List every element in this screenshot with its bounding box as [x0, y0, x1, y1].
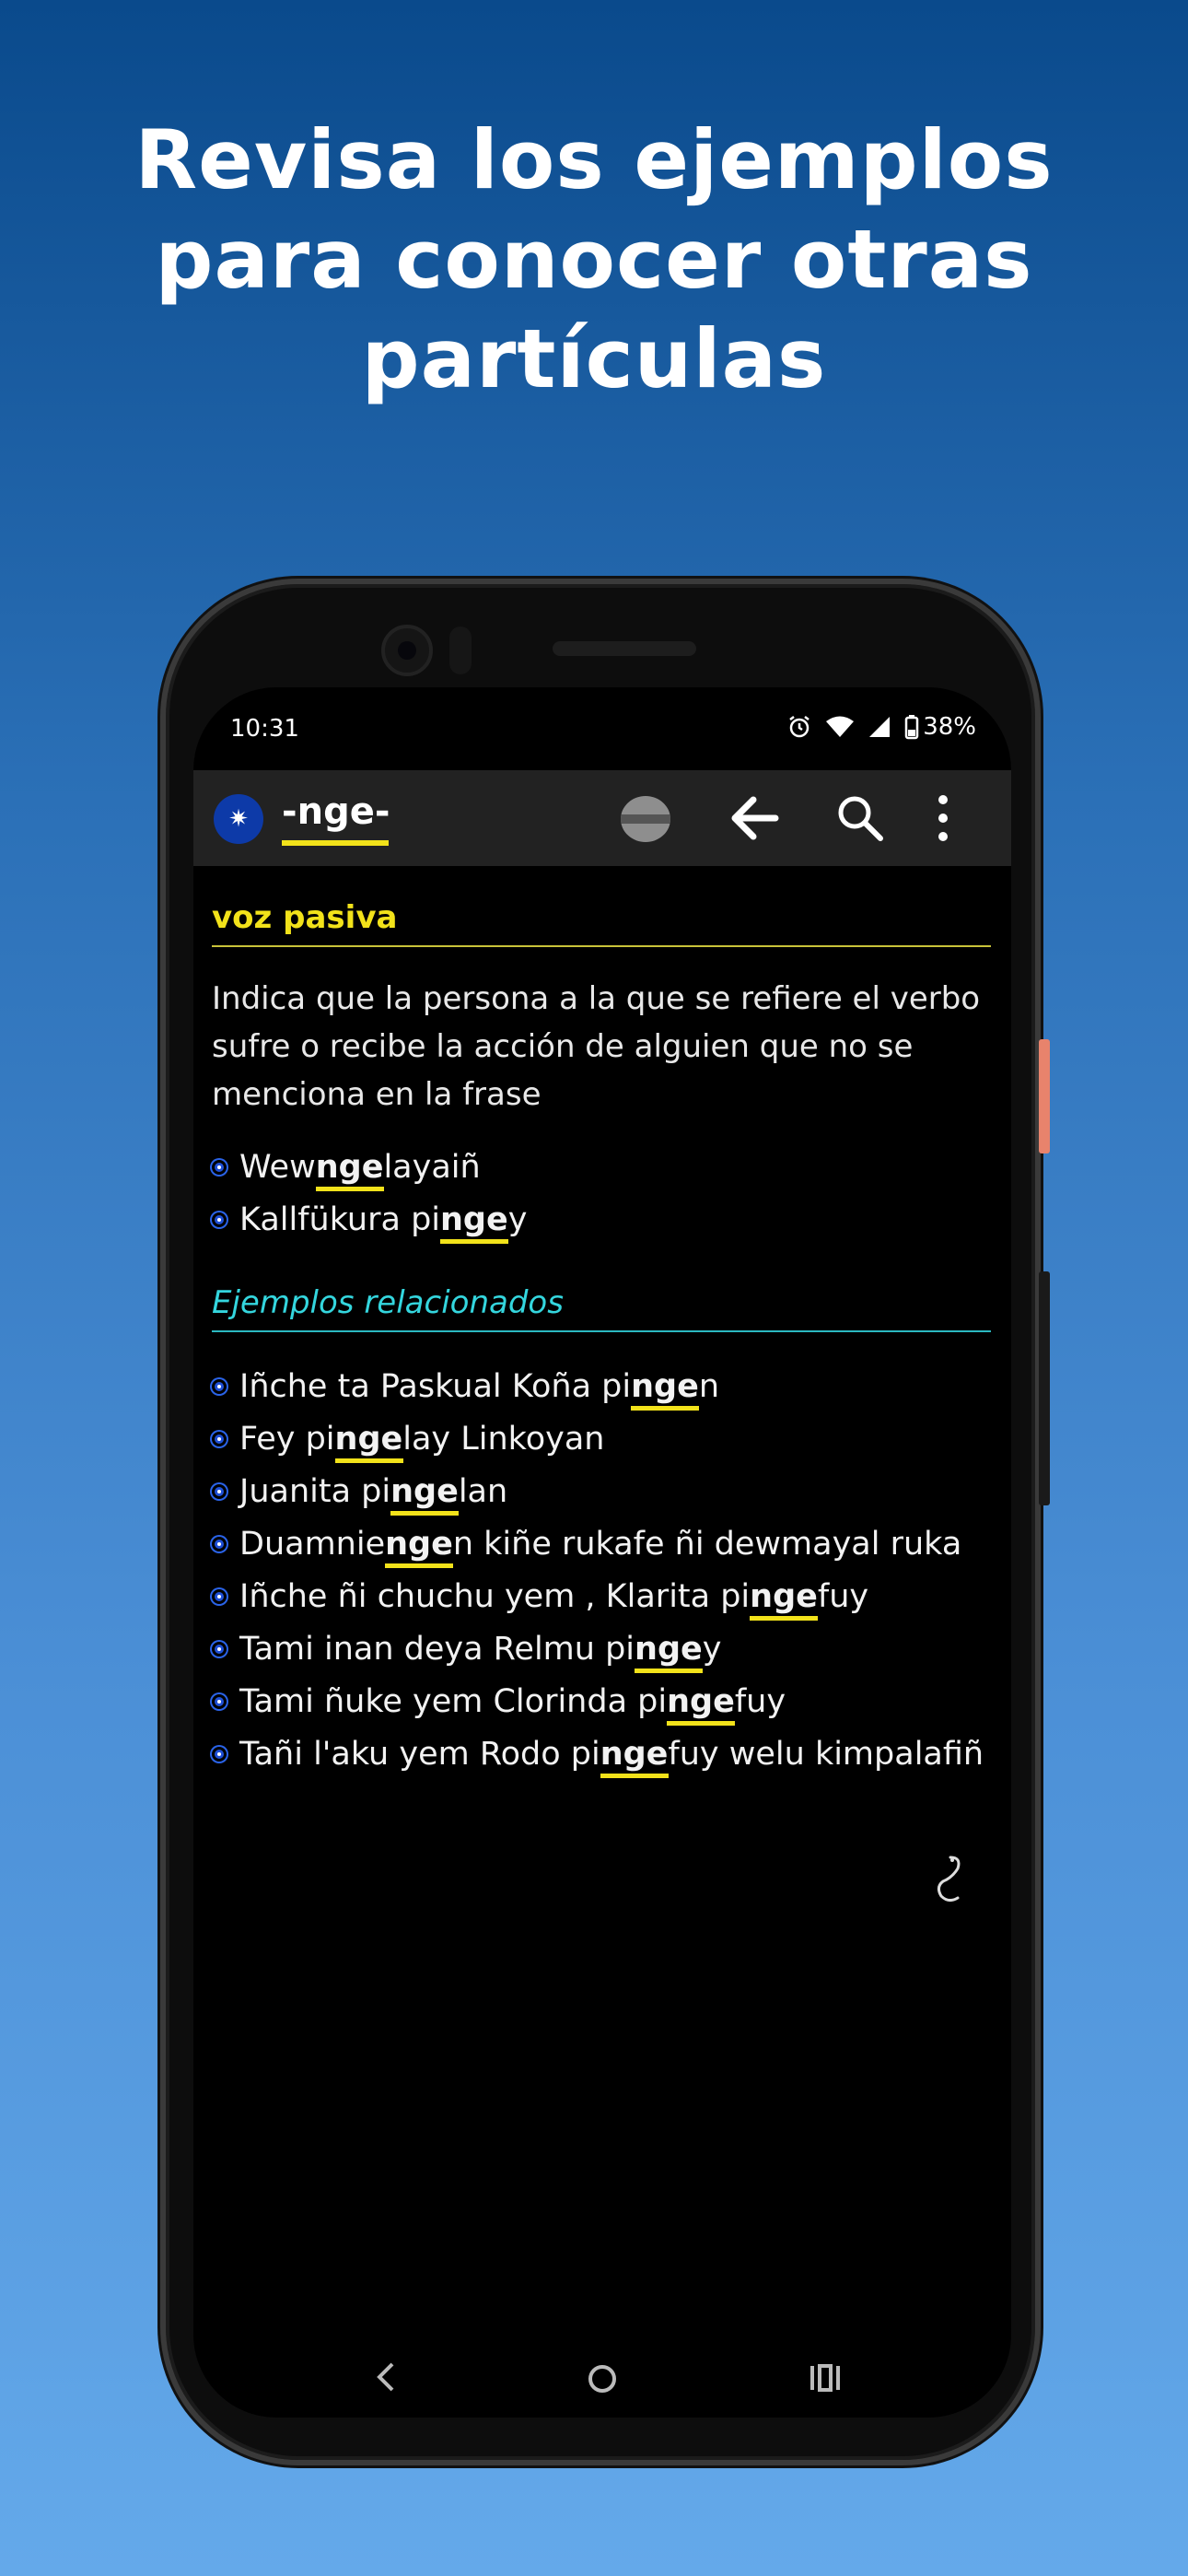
particle-underline: [667, 1720, 735, 1726]
example-text: Juanita pingelan: [239, 1472, 507, 1516]
promo-headline: Revisa los ejemplos para conocer otras p…: [0, 111, 1188, 409]
list-item[interactable]: Iñche ta Paskual Koña pingen: [212, 1360, 991, 1412]
battery-icon: [904, 715, 919, 740]
example-text: Iñche ta Paskual Koña pingen: [239, 1367, 719, 1411]
list-item[interactable]: Iñche ñi chuchu yem , Klarita pingefuy: [212, 1570, 991, 1622]
particle-underline: [600, 1773, 669, 1778]
page-title: -nge-: [282, 790, 390, 833]
example-text: Iñche ñi chuchu yem , Klarita pingefuy: [239, 1577, 868, 1621]
power-button: [1039, 1039, 1050, 1153]
list-item[interactable]: Duamniengen kiñe rukafe ñi dewmayal ruka: [212, 1517, 991, 1570]
particle-highlight: nge: [385, 1525, 453, 1563]
example-text: Fey pingelay Linkoyan: [239, 1420, 604, 1463]
status-icons: 38%: [786, 713, 976, 741]
bullet-icon: [212, 1159, 227, 1175]
bullet-icon: [212, 1483, 227, 1499]
list-item[interactable]: Wewngelayaiñ: [212, 1141, 991, 1193]
signal-icon: [869, 717, 891, 737]
worm-icon[interactable]: [930, 1852, 971, 1907]
particle-underline: [440, 1238, 508, 1244]
phone-screen: 10:31 38% ✷ -nge- voz pasiva Indica que …: [193, 687, 1011, 2418]
headline-line-2: para conocer otras: [155, 212, 1033, 307]
particle-highlight: nge: [440, 1200, 508, 1238]
particle-highlight: nge: [667, 1682, 735, 1720]
app-toolbar: ✷ -nge-: [193, 770, 1011, 866]
headline-line-1: Revisa los ejemplos: [134, 112, 1054, 207]
bullet-icon: [212, 1641, 227, 1657]
alarm-icon: [789, 716, 809, 738]
heading-divider: [212, 945, 991, 947]
battery-indicator: 38%: [904, 713, 976, 741]
particle-underline: [750, 1615, 818, 1621]
example-text: Duamniengen kiñe rukafe ñi dewmayal ruka: [239, 1525, 961, 1568]
proximity-sensor: [449, 626, 472, 674]
related-heading: Ejemplos relacionados: [212, 1284, 564, 1321]
list-item[interactable]: Tañi l'aku yem Rodo pingefuy welu kimpal…: [212, 1727, 991, 1780]
example-text: Tañi l'aku yem Rodo pingefuy welu kimpal…: [239, 1735, 984, 1778]
list-item[interactable]: Fey pingelay Linkoyan: [212, 1412, 991, 1465]
wifi-icon: [826, 716, 855, 737]
list-item[interactable]: Kallfükura pingey: [212, 1193, 991, 1246]
title-underline: [282, 840, 389, 846]
particle-underline: [631, 1405, 699, 1411]
bullet-icon: [212, 1431, 227, 1446]
particle-underline: [335, 1458, 403, 1463]
particle-highlight: nge: [390, 1472, 459, 1510]
display-toggle-icon[interactable]: [621, 796, 670, 842]
bullet-icon: [212, 1378, 227, 1394]
overflow-menu-icon[interactable]: [936, 794, 950, 842]
particle-highlight: nge: [631, 1367, 699, 1405]
example-text: Wewngelayaiñ: [239, 1148, 481, 1191]
entry-content: voz pasiva Indica que la persona a la qu…: [212, 899, 991, 1780]
particle-underline: [316, 1186, 384, 1191]
related-divider: [212, 1330, 991, 1332]
earpiece-speaker: [553, 641, 696, 656]
entry-heading: voz pasiva: [212, 899, 398, 936]
particle-highlight: nge: [600, 1735, 669, 1773]
nav-recents-icon[interactable]: [809, 2362, 842, 2394]
particle-underline: [390, 1510, 459, 1516]
particle-underline: [635, 1668, 703, 1673]
system-nav-bar: [193, 2346, 1011, 2418]
back-arrow-icon[interactable]: [728, 792, 781, 844]
example-text: Tami inan deya Relmu pingey: [239, 1630, 721, 1673]
bullet-icon: [212, 1693, 227, 1709]
particle-underline: [385, 1563, 453, 1568]
nav-home-icon[interactable]: [586, 2362, 619, 2395]
mapuche-star-icon[interactable]: ✷: [214, 794, 263, 844]
status-time: 10:31: [230, 715, 299, 743]
entry-description: Indica que la persona a la que se refier…: [212, 980, 981, 1113]
particle-highlight: nge: [315, 1148, 384, 1186]
example-text: Tami ñuke yem Clorinda pingefuy: [239, 1682, 786, 1726]
list-item[interactable]: Tami ñuke yem Clorinda pingefuy: [212, 1675, 991, 1727]
nav-back-icon[interactable]: [374, 2360, 396, 2394]
particle-highlight: nge: [750, 1577, 818, 1615]
bullet-icon: [212, 1212, 227, 1227]
bullet-icon: [212, 1588, 227, 1604]
battery-percent: 38%: [923, 713, 976, 741]
example-text: Kallfükura pingey: [239, 1200, 527, 1244]
front-camera: [381, 625, 433, 676]
particle-highlight: nge: [635, 1630, 703, 1668]
status-bar: 10:31 38%: [193, 687, 1011, 770]
related-examples: Iñche ta Paskual Koña pingen Fey pingela…: [212, 1360, 991, 1780]
search-icon[interactable]: [834, 792, 886, 844]
list-item[interactable]: Juanita pingelan: [212, 1465, 991, 1517]
list-item[interactable]: Tami inan deya Relmu pingey: [212, 1622, 991, 1675]
volume-button: [1039, 1271, 1050, 1505]
entry-examples: Wewngelayaiñ Kallfükura pingey: [212, 1141, 991, 1246]
bullet-icon: [212, 1536, 227, 1551]
headline-line-3: partículas: [361, 311, 827, 406]
particle-highlight: nge: [334, 1420, 403, 1458]
bullet-icon: [212, 1746, 227, 1762]
